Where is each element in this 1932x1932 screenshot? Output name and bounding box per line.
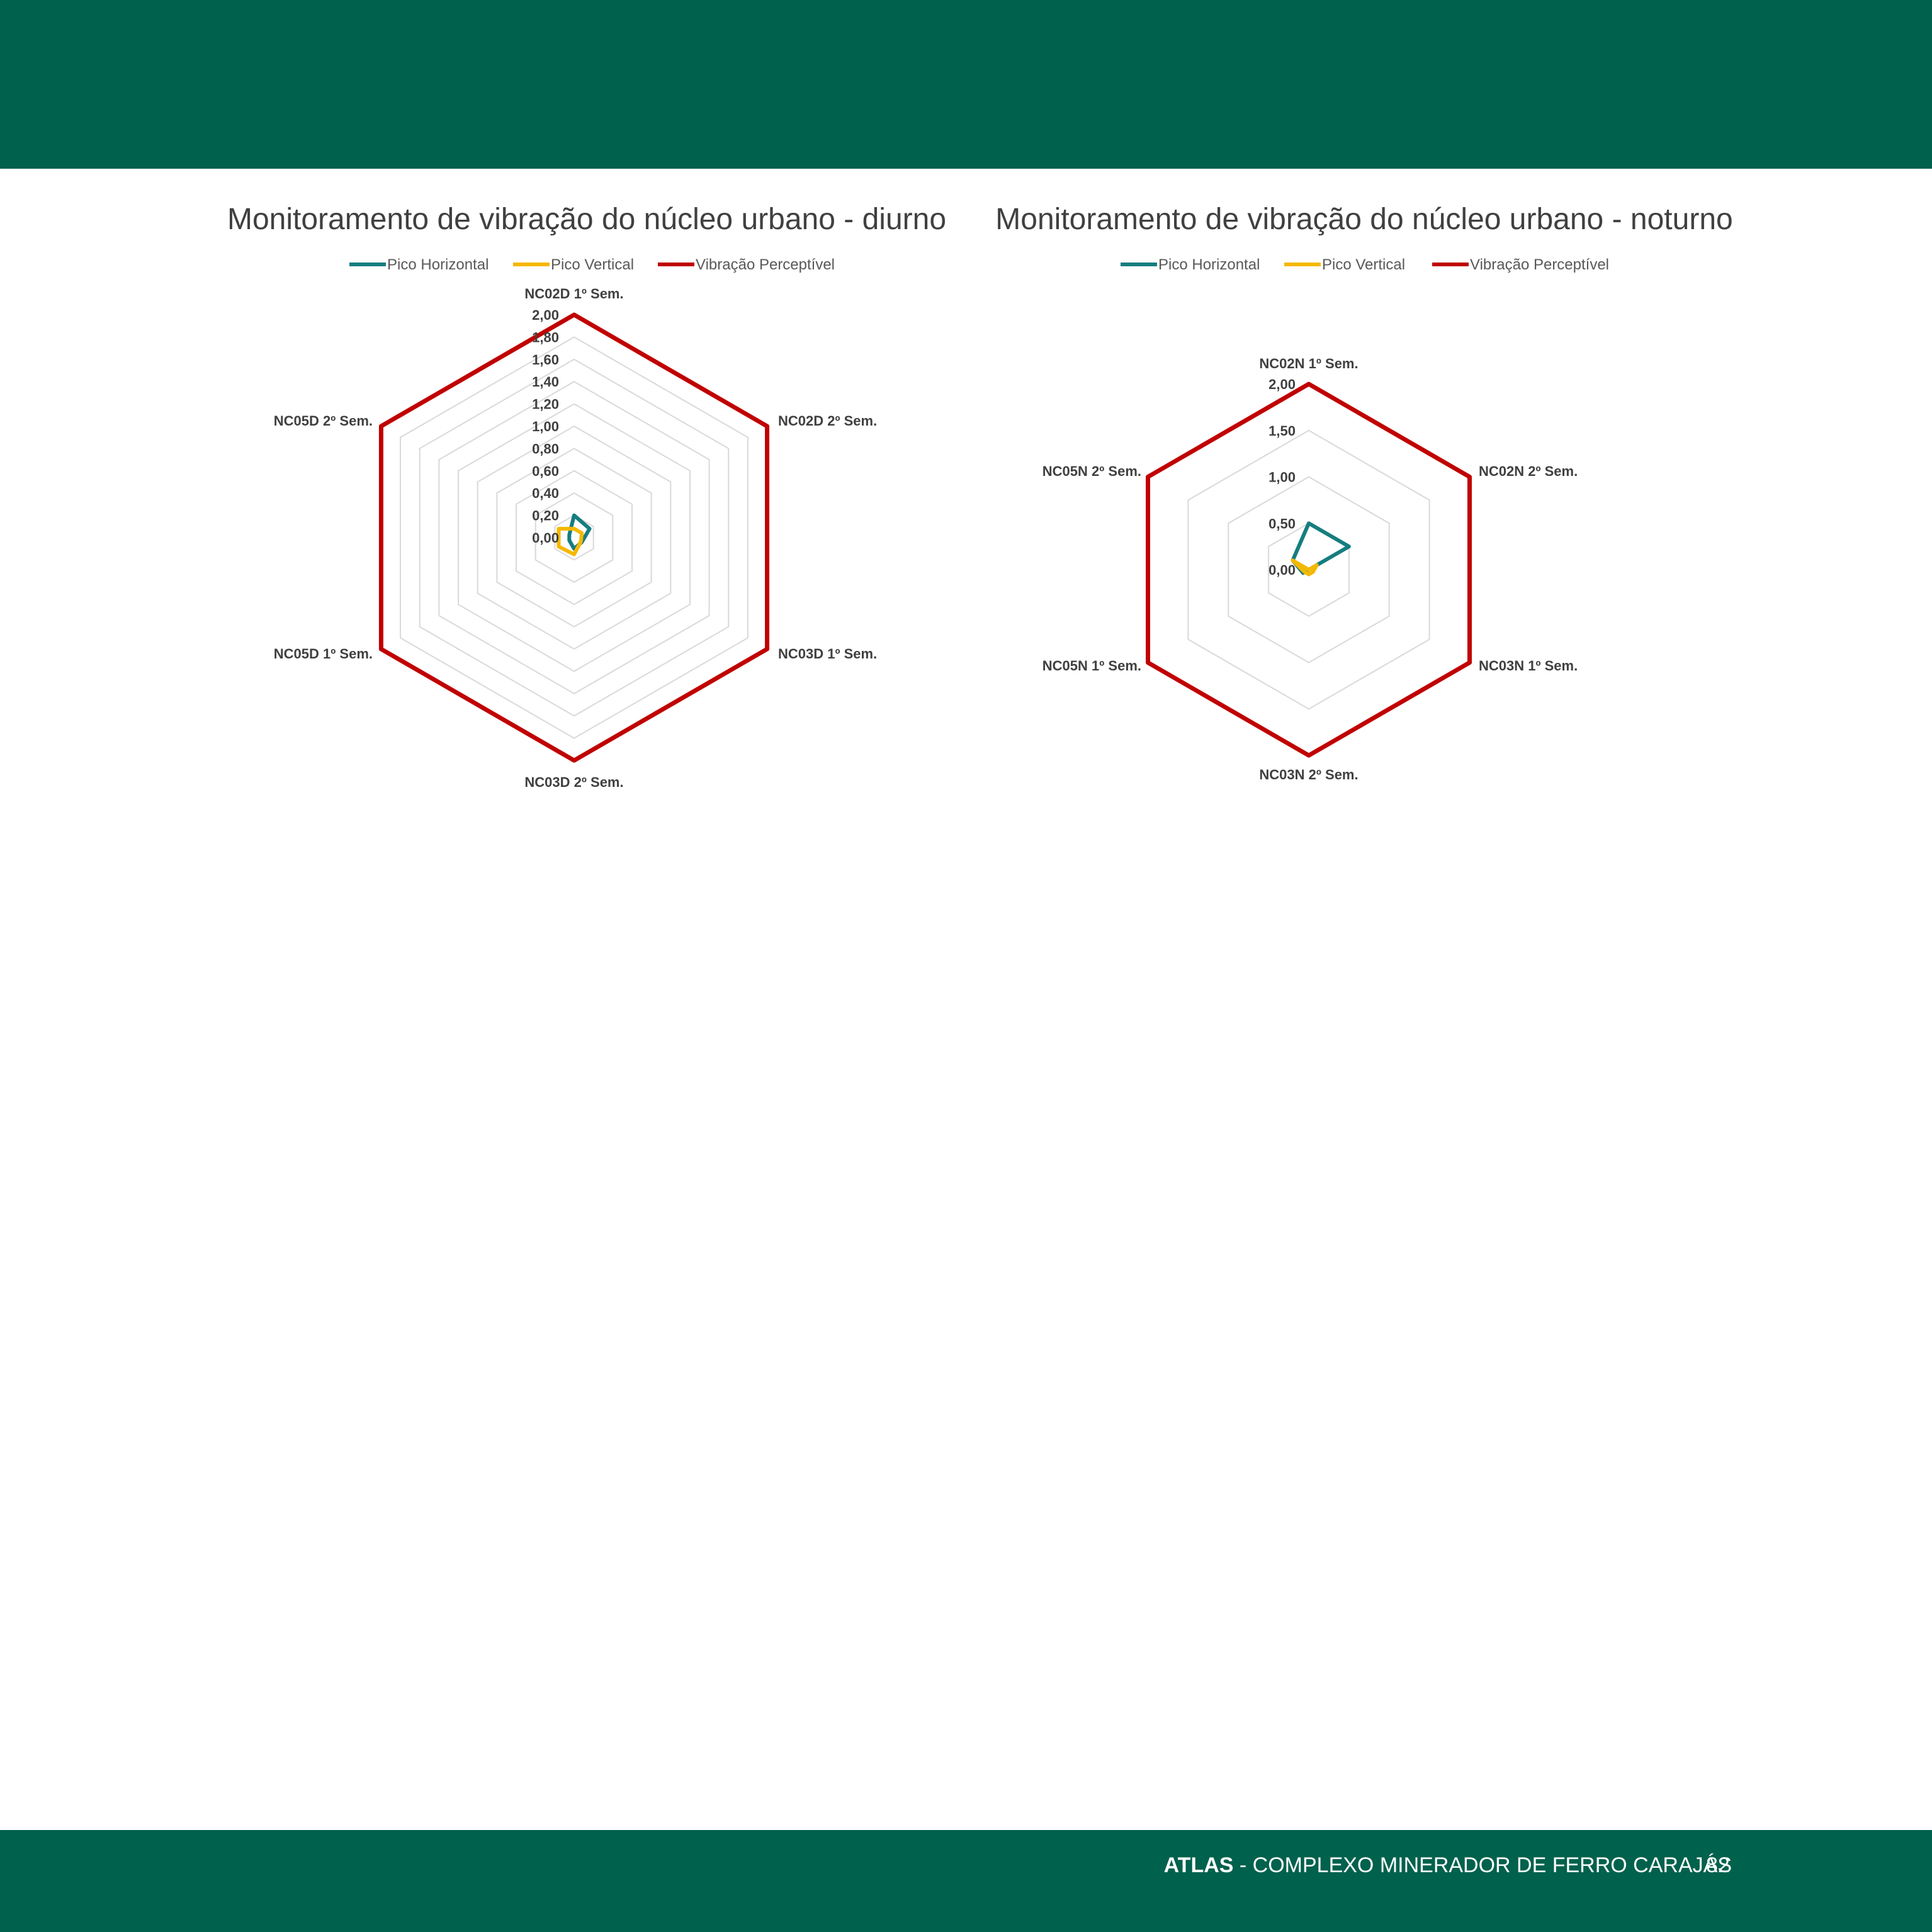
grid-ring: [496, 448, 652, 628]
radar-chart-diurno: Monitoramento de vibração do núcleo urba…: [227, 203, 946, 790]
tick-label: 0,60: [532, 463, 559, 479]
grid-ring: [458, 403, 691, 672]
tick-label: 1,00: [1268, 470, 1296, 485]
category-label: NC02N 1º Sem.: [1259, 356, 1358, 371]
tick-label: 1,20: [532, 397, 559, 412]
tick-label: 0,00: [1268, 562, 1296, 578]
grid-ring: [400, 336, 749, 739]
tick-label: 1,80: [532, 329, 559, 345]
radar-chart-noturno: Monitoramento de vibração do núcleo urba…: [995, 203, 1732, 782]
tick-label: 1,00: [532, 419, 559, 434]
category-label: NC05D 2º Sem.: [274, 413, 373, 429]
tick-label: 2,00: [532, 307, 559, 323]
tick-label: 1,60: [532, 352, 559, 368]
legend-label-pico-horizontal: Pico Horizontal: [387, 256, 489, 273]
tick-label: 1,40: [532, 374, 559, 390]
grid-ring: [419, 358, 730, 717]
legend-label-vibracao-perceptivel: Vibração Perceptível: [1470, 256, 1609, 273]
tick-label: 2,00: [1268, 376, 1296, 392]
footer-title: ATLAS - COMPLEXO MINERADOR DE FERRO CARA…: [1164, 1850, 1732, 1881]
legend-label-pico-vertical: Pico Vertical: [551, 256, 634, 273]
footer-brand: ATLAS: [1163, 1853, 1234, 1877]
category-label: NC03D 1º Sem.: [778, 646, 877, 662]
legend-label-vibracao-perceptivel: Vibração Perceptível: [696, 256, 835, 273]
category-label: NC02D 2º Sem.: [778, 413, 877, 429]
legend-label-pico-horizontal: Pico Horizontal: [1158, 256, 1260, 273]
tick-label: 0,40: [532, 485, 559, 501]
tick-label: 0,50: [1268, 516, 1296, 531]
tick-label: 0,20: [532, 508, 559, 524]
category-label: NC05N 2º Sem.: [1042, 463, 1141, 479]
category-label: NC02D 1º Sem.: [524, 286, 623, 302]
grid-ring: [438, 381, 710, 694]
tick-label: 0,00: [532, 530, 559, 546]
tick-label: 0,80: [532, 441, 559, 456]
category-label: NC03D 2º Sem.: [524, 774, 623, 790]
page-number: 82: [1706, 1853, 1730, 1877]
category-label: NC02N 2º Sem.: [1479, 463, 1578, 479]
legend-label-pico-vertical: Pico Vertical: [1322, 256, 1405, 273]
footer-band: [0, 1830, 1932, 1932]
grid-ring: [477, 425, 672, 650]
chart-title: Monitoramento de vibração do núcleo urba…: [995, 203, 1732, 236]
category-label: NC03N 1º Sem.: [1479, 658, 1578, 674]
footer-subtitle: - COMPLEXO MINERADOR DE FERRO CARAJÁS: [1233, 1853, 1732, 1877]
charts-canvas: Monitoramento de vibração do núcleo urba…: [227, 203, 1733, 790]
category-label: NC05N 1º Sem.: [1042, 658, 1141, 674]
category-label: NC05D 1º Sem.: [274, 646, 373, 662]
chart-title: Monitoramento de vibração do núcleo urba…: [227, 203, 946, 236]
category-label: NC03N 2º Sem.: [1259, 767, 1358, 782]
tick-label: 1,50: [1268, 423, 1296, 439]
